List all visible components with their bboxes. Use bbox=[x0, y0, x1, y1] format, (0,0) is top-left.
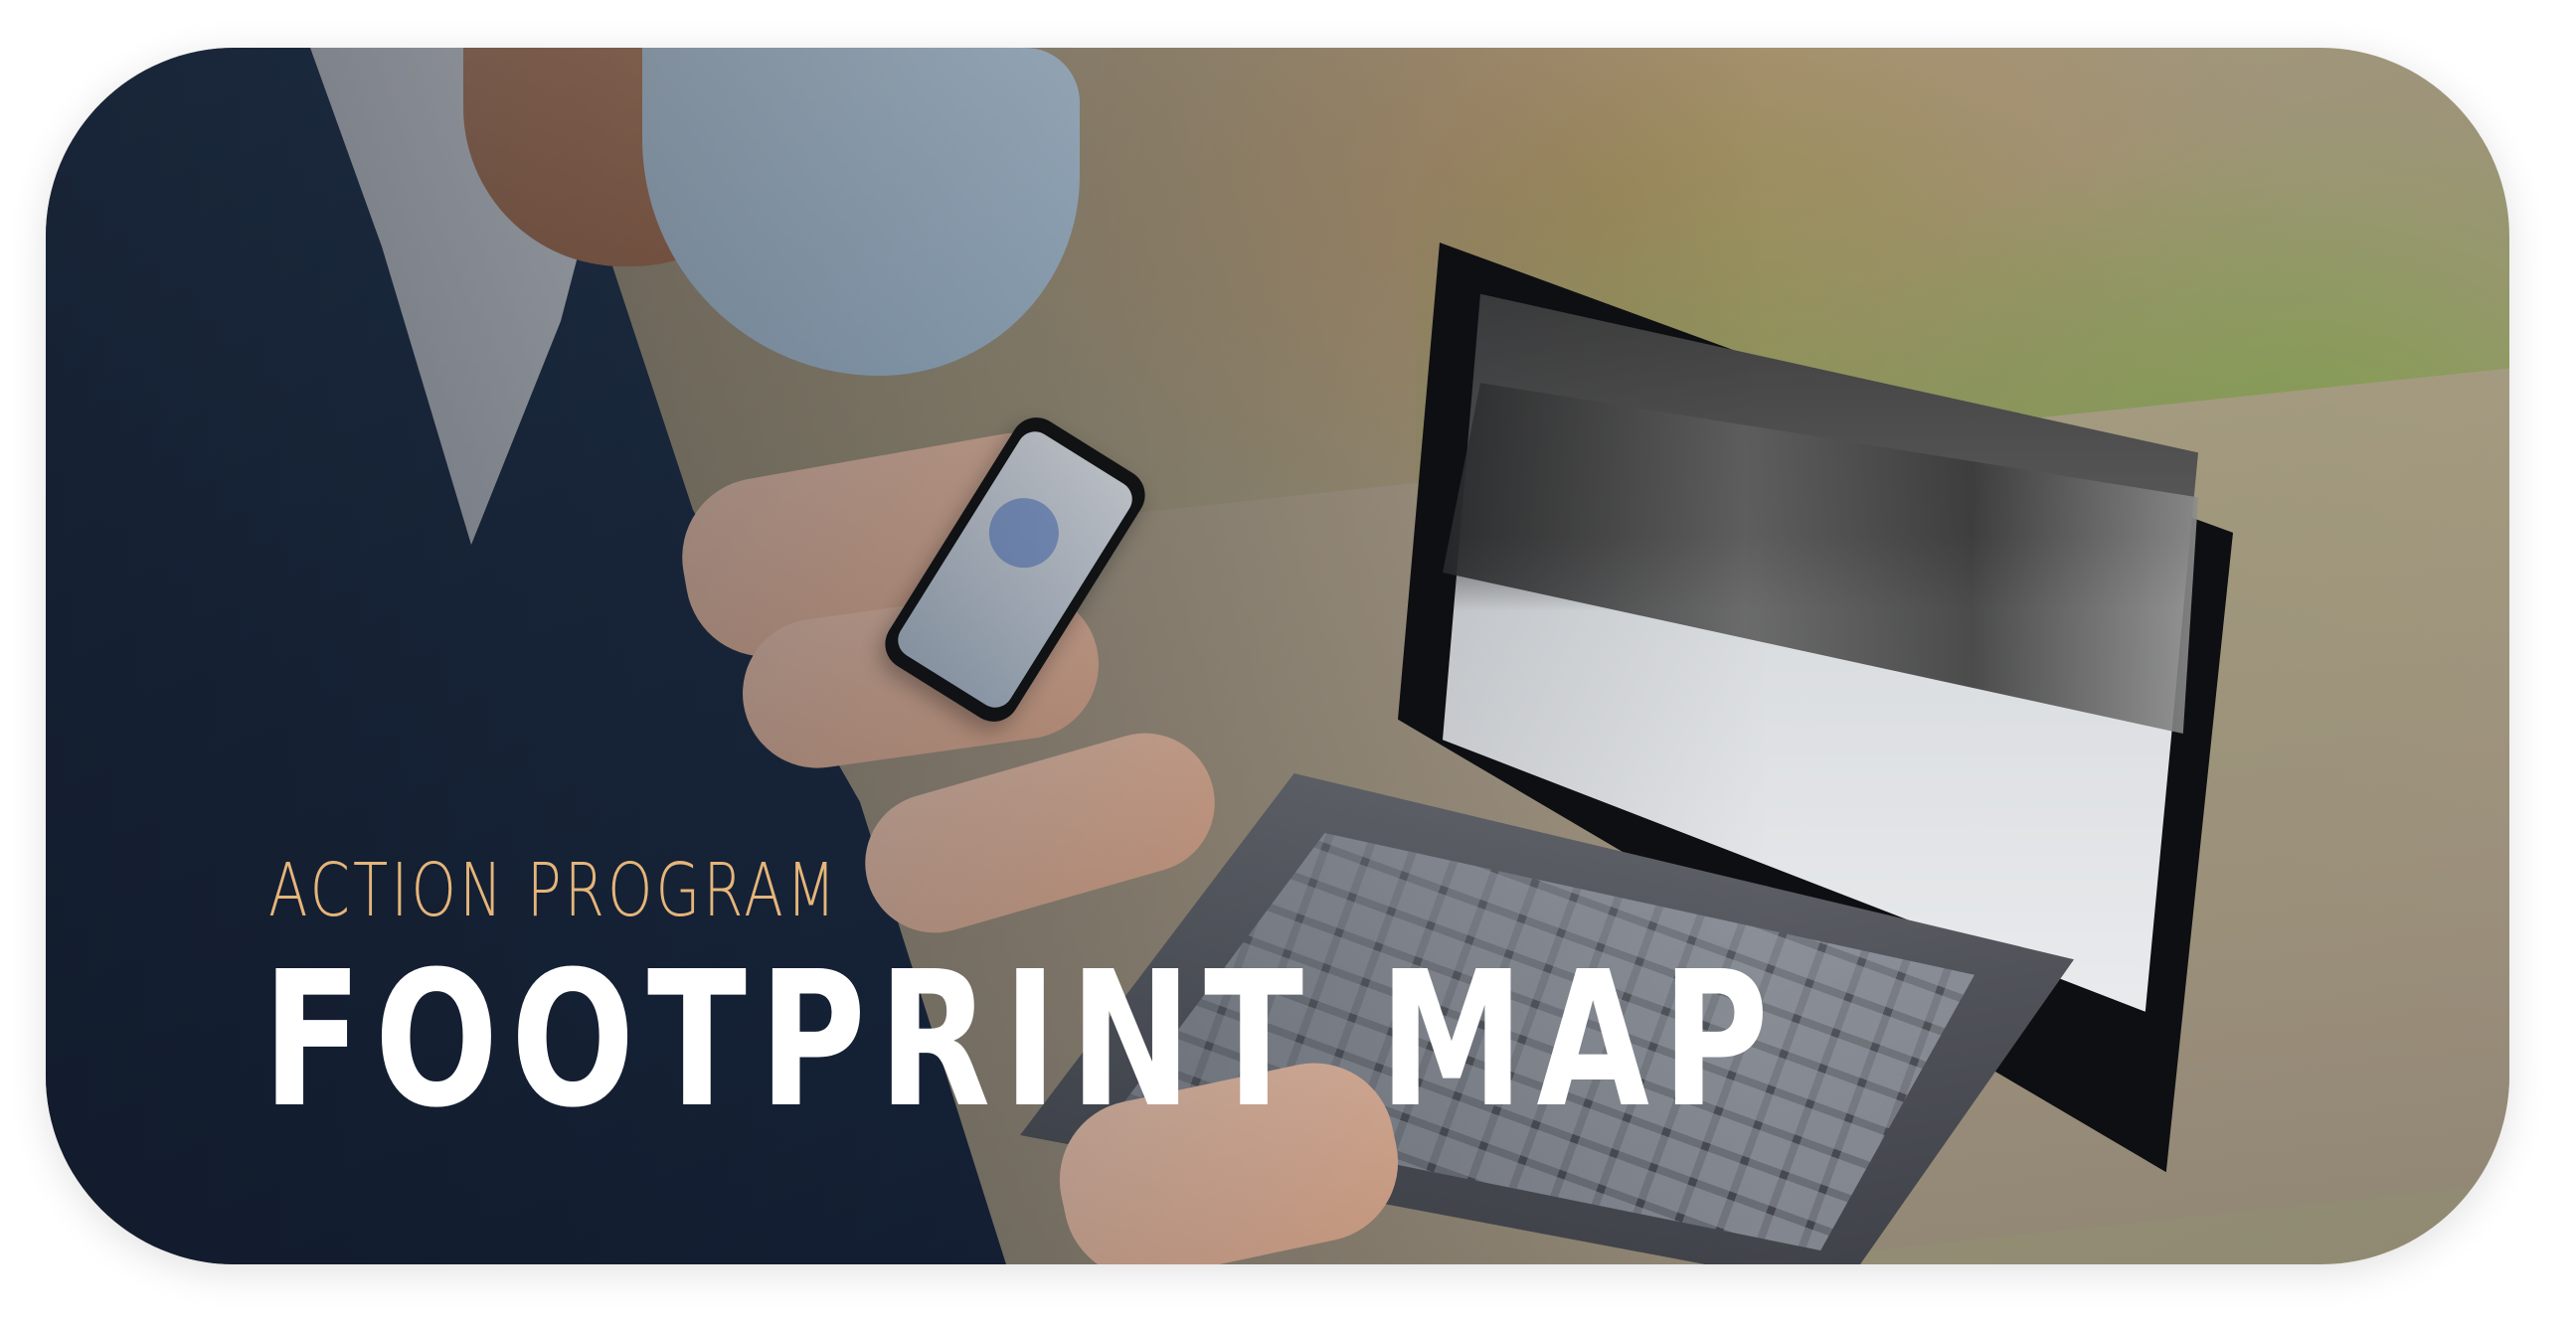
headline-text: FOOTPRINT MAP bbox=[262, 931, 1782, 1149]
banner-card: ACTION PROGRAM FOOTPRINT MAP bbox=[46, 48, 2509, 1264]
eyebrow-text: ACTION PROGRAM bbox=[268, 848, 839, 933]
